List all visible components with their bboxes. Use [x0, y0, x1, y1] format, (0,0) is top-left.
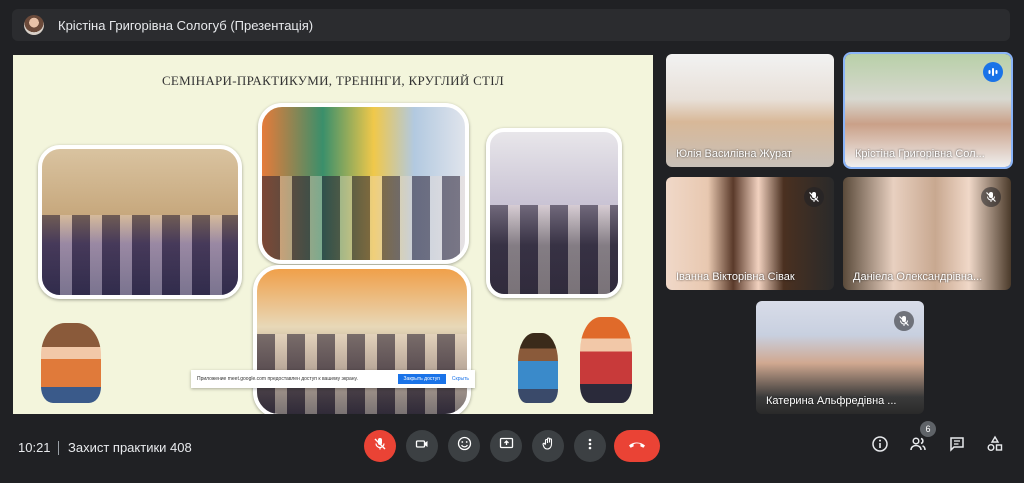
speaking-indicator-icon — [983, 62, 1003, 82]
participant-name: Даніела Олександрівна... — [853, 271, 983, 283]
show-everyone-button[interactable] — [907, 435, 929, 457]
mic-off-icon — [894, 311, 914, 331]
slide-photo-roundtable — [253, 265, 471, 414]
more-options-button[interactable] — [574, 430, 606, 462]
participant-name: Юлія Василівна Журат — [676, 148, 792, 160]
presentation-slide: СЕМІНАРИ-ПРАКТИКУМИ, ТРЕНІНГИ, КРУГЛИЙ С… — [13, 55, 653, 414]
participant-tile[interactable]: Крістіна Григорівна Сол... — [843, 52, 1013, 169]
activities-button[interactable] — [984, 435, 1006, 457]
cartoon-boy-backpack — [580, 317, 632, 403]
bottom-toolbar: 10:21 Захист практики 408 — [0, 420, 1024, 483]
present-screen-icon — [499, 436, 514, 456]
participant-tile[interactable]: Катерина Альфредівна ... — [756, 301, 924, 414]
screen-share-notice: Приложение meet.google.com предоставлен … — [191, 370, 475, 388]
chat-button[interactable] — [946, 435, 968, 457]
camera-toggle-button[interactable] — [406, 430, 438, 462]
emoji-icon — [457, 436, 472, 456]
cartoon-child-wheelchair — [41, 323, 101, 403]
meeting-details-button[interactable] — [869, 435, 891, 457]
meeting-name: Захист практики 408 — [68, 440, 192, 455]
participant-tile[interactable]: Юлія Василівна Журат — [666, 54, 834, 167]
hand-icon — [541, 436, 556, 456]
participant-name: Крістіна Григорівна Сол... — [855, 148, 985, 160]
participant-tile[interactable]: Даніела Олександрівна... — [843, 177, 1011, 290]
share-notice-text: Приложение meet.google.com предоставлен … — [197, 376, 358, 382]
slide-photo-group — [258, 103, 469, 264]
mic-off-icon — [373, 437, 387, 456]
mic-off-icon — [981, 187, 1001, 207]
slide-photo-training — [486, 128, 622, 298]
presenter-avatar — [24, 15, 44, 35]
stop-sharing-button[interactable]: Закрыть доступ — [397, 374, 446, 384]
leave-call-button[interactable] — [614, 430, 660, 462]
shapes-icon — [986, 435, 1004, 458]
info-icon — [871, 435, 889, 458]
presenter-label: Крістіна Григорівна Сологуб (Презентація… — [58, 17, 314, 33]
hide-notice-link[interactable]: Скрыть — [452, 376, 469, 382]
reactions-button[interactable] — [448, 430, 480, 462]
camera-icon — [415, 437, 429, 456]
more-vert-icon — [583, 437, 597, 456]
cartoon-boy-glasses — [518, 333, 558, 403]
presentation-bar: Крістіна Григорівна Сологуб (Презентація… — [12, 9, 1010, 41]
present-screen-button[interactable] — [490, 430, 522, 462]
mic-off-icon — [804, 187, 824, 207]
participant-name: Катерина Альфредівна ... — [766, 395, 897, 407]
hang-up-icon — [627, 437, 647, 455]
people-icon — [909, 435, 927, 458]
participant-count-badge: 6 — [920, 421, 936, 437]
slide-title: СЕМІНАРИ-ПРАКТИКУМИ, ТРЕНІНГИ, КРУГЛИЙ С… — [161, 73, 505, 88]
participant-tile[interactable]: Іванна Вікторівна Сівак — [666, 177, 834, 290]
slide-photo-seminar — [38, 145, 242, 299]
chat-icon — [948, 435, 966, 458]
raise-hand-button[interactable] — [532, 430, 564, 462]
participant-name: Іванна Вікторівна Сівак — [676, 271, 795, 283]
microphone-toggle-button[interactable] — [364, 430, 396, 462]
divider — [58, 441, 59, 455]
clock-time: 10:21 — [18, 440, 51, 455]
